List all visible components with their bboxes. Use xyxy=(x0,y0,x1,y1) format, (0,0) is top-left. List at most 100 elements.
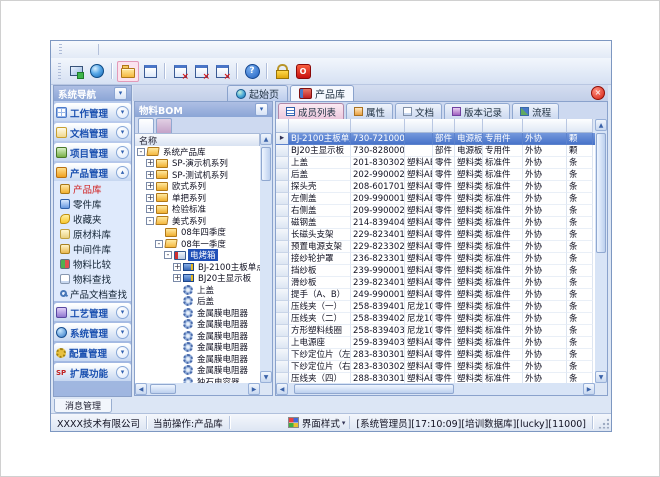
提手（A、B）[interactable]: 提手（A、B） 249-990001-01X 塑料ABS 零件 塑料类 标准件 … xyxy=(276,289,607,301)
磁钢盖[interactable]: 磁钢盖 214-839404-01X 塑料ABS 零件 塑料类 标准件 外协 条 xyxy=(276,217,607,229)
scrollbar-thumb[interactable] xyxy=(596,133,606,253)
chevron-icon[interactable]: ▾ xyxy=(116,366,129,379)
tree-horizontal-scrollbar[interactable] xyxy=(135,383,260,395)
tree-expander-icon[interactable]: - xyxy=(137,148,145,156)
tree-node[interactable]: + SP-演示机系列 xyxy=(135,158,260,170)
menu-system[interactable] xyxy=(67,49,81,51)
scroll-left-icon[interactable] xyxy=(135,383,147,395)
row-selector[interactable] xyxy=(276,145,289,157)
sidebar-collapse-button[interactable]: ▾ xyxy=(114,87,127,100)
row-selector[interactable] xyxy=(276,373,289,383)
window-layout-icon[interactable] xyxy=(140,62,160,81)
chevron-icon[interactable]: ▾ xyxy=(116,326,129,339)
tree-node[interactable]: 金属膜电阻器 xyxy=(135,342,260,354)
toolbar-separator[interactable] xyxy=(110,63,114,79)
tree-node[interactable]: + 单把系列 xyxy=(135,192,260,204)
tab-working-version[interactable] xyxy=(138,118,154,133)
sidebar-item-intermediate-lib[interactable]: 中间件库 xyxy=(54,241,131,256)
row-selector[interactable] xyxy=(276,217,289,229)
row-selector[interactable] xyxy=(276,205,289,217)
tab-start-page[interactable]: 起始页 xyxy=(227,85,288,101)
chevron-icon[interactable]: ▾ xyxy=(116,126,129,139)
dropdown-caret-icon[interactable]: ▾ xyxy=(342,419,346,427)
lock-icon[interactable] xyxy=(272,62,292,81)
close-all-windows-icon[interactable] xyxy=(191,62,211,81)
scrollbar-track[interactable] xyxy=(288,383,583,395)
tree-node[interactable]: + 欧式系列 xyxy=(135,181,260,193)
bom-collapse-button[interactable]: ▾ xyxy=(255,103,268,116)
row-selector[interactable] xyxy=(276,289,289,301)
sidebar-group-system-mgmt[interactable]: 系统管理 ▾ xyxy=(54,323,131,341)
scroll-down-icon[interactable] xyxy=(260,371,272,383)
row-selector[interactable] xyxy=(276,313,289,325)
toolbar-separator[interactable] xyxy=(265,63,269,79)
下纱定位片（左）[interactable]: 下纱定位片（左） 283-830301-00X 塑料ABS 零件 塑料类 标准件… xyxy=(276,349,607,361)
open-folder-icon[interactable] xyxy=(117,61,139,82)
table-horizontal-scrollbar[interactable] xyxy=(276,383,595,395)
sidebar-item-favorites[interactable]: 收藏夹 xyxy=(54,211,131,226)
column-header[interactable] xyxy=(567,119,593,133)
menu-window[interactable] xyxy=(102,49,116,51)
右侧盖[interactable]: 右侧盖 209-990002-01X 塑料ABS 零件 塑料类 标准件 外协 条 xyxy=(276,205,607,217)
row-selector[interactable] xyxy=(276,193,289,205)
tree-node[interactable]: 08年四季度 xyxy=(135,227,260,239)
column-header[interactable] xyxy=(289,119,351,133)
column-header[interactable] xyxy=(523,119,567,133)
table-vertical-scrollbar[interactable] xyxy=(595,119,607,383)
toolbar-separator[interactable] xyxy=(235,63,239,79)
tab-version-history[interactable]: 版本记录 xyxy=(444,103,510,119)
tree-node-electric-oven[interactable]: - 电烤箱 xyxy=(135,250,260,262)
row-selector[interactable] xyxy=(276,253,289,265)
scrollbar-track[interactable] xyxy=(595,131,607,371)
scroll-down-icon[interactable] xyxy=(595,371,607,383)
row-selector[interactable] xyxy=(276,265,289,277)
column-header[interactable] xyxy=(455,119,483,133)
BJ20主显示板[interactable]: BJ20主显示板 730-828000-04X 部件 电源板 专用件 外协 颗 xyxy=(276,145,607,157)
chevron-icon[interactable]: ▾ xyxy=(116,346,129,359)
sidebar-group-project-mgmt[interactable]: 项目管理 ▾ xyxy=(54,143,131,161)
左侧盖[interactable]: 左侧盖 209-990001-01X 塑料ABS 零件 塑料类 标准件 外协 条 xyxy=(276,193,607,205)
sidebar-group-doc-mgmt[interactable]: 文档管理 ▾ xyxy=(54,123,131,141)
tree-expander-icon[interactable]: + xyxy=(146,159,154,167)
tree-node[interactable]: 金属膜电阻器 xyxy=(135,353,260,365)
column-header[interactable] xyxy=(405,119,433,133)
tab-workflow[interactable]: 流程 xyxy=(512,103,559,119)
row-selector[interactable] xyxy=(276,277,289,289)
tree-expander-icon[interactable]: + xyxy=(173,274,181,282)
tree-expander-icon[interactable]: + xyxy=(146,182,154,190)
row-selector[interactable] xyxy=(276,349,289,361)
tree-node[interactable]: - 系统产品库 xyxy=(135,146,260,158)
sidebar-item-material-compare[interactable]: 物料比较 xyxy=(54,256,131,271)
menu-divider[interactable] xyxy=(98,44,99,55)
row-selector[interactable] xyxy=(276,361,289,373)
column-header[interactable] xyxy=(351,119,405,133)
tab-documents[interactable]: 文档 xyxy=(395,103,442,119)
tree-vertical-scrollbar[interactable] xyxy=(260,133,272,383)
tree-expander-icon[interactable]: - xyxy=(164,251,172,259)
sidebar-group-extensions[interactable]: 扩展功能 ▾ xyxy=(54,363,131,381)
长磁头支架[interactable]: 长磁头支架 229-823401-00X 塑料ABS 零件 塑料类 标准件 外协… xyxy=(276,229,607,241)
row-selector[interactable]: ▸ xyxy=(276,133,289,145)
scrollbar-thumb[interactable] xyxy=(294,384,454,394)
tree-expander-icon[interactable]: + xyxy=(146,171,154,179)
后盖[interactable]: 后盖 202-990002-01X 塑料ABS 零件 塑料类 标准件 外协 条 xyxy=(276,169,607,181)
chevron-icon[interactable]: ▾ xyxy=(116,106,129,119)
sidebar-item-product-doc-search[interactable]: 产品文档查找 xyxy=(54,286,131,301)
sidebar-group-process-mgmt[interactable]: 工艺管理 ▾ xyxy=(54,303,131,321)
接纱轮护罩[interactable]: 接纱轮护罩 236-823301-00X 塑料ABS 零件 塑料类 标准件 外协… xyxy=(276,253,607,265)
压线夹（一）[interactable]: 压线夹（一） 258-839401-00X 尼龙1010 零件 塑料类 标准件 … xyxy=(276,301,607,313)
tree-node[interactable]: + 检验标准 xyxy=(135,204,260,216)
sidebar-group-config-mgmt[interactable]: 配置管理 ▾ xyxy=(54,343,131,361)
globe-icon[interactable] xyxy=(87,62,107,81)
row-selector[interactable] xyxy=(276,181,289,193)
chevron-icon[interactable]: ▴ xyxy=(116,166,129,179)
close-document-icon[interactable]: × xyxy=(591,86,605,100)
scroll-right-icon[interactable] xyxy=(248,383,260,395)
scrollbar-track[interactable] xyxy=(147,383,248,395)
row-selector[interactable] xyxy=(276,301,289,313)
scrollbar-thumb[interactable] xyxy=(150,384,176,394)
column-header[interactable] xyxy=(433,119,455,133)
scroll-right-icon[interactable] xyxy=(583,383,595,395)
menu-help[interactable] xyxy=(130,49,144,51)
tree-expander-icon[interactable]: + xyxy=(146,205,154,213)
